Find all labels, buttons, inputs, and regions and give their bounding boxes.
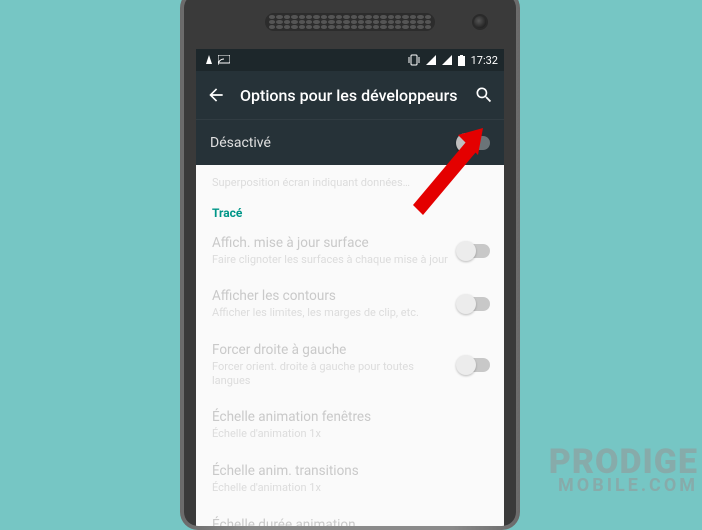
item-title: Forcer droite à gauche (212, 342, 448, 359)
signal-icon-2 (442, 55, 452, 65)
phone-body: 17:32 Options pour les développeurs Désa… (184, 0, 516, 526)
list-item[interactable]: Échelle anim. transitionsÉchelle d'anima… (196, 452, 504, 506)
item-sub: Afficher les limites, les marges de clip… (212, 306, 448, 320)
item-title: Échelle anim. transitions (212, 463, 490, 480)
item-sub: Superposition écran indiquant données… (212, 176, 490, 190)
item-title: Afficher les contours (212, 288, 448, 305)
page-title: Options pour les développeurs (240, 86, 460, 105)
list-item[interactable]: Afficher les contoursAfficher les limite… (196, 277, 504, 331)
item-toggle[interactable] (458, 358, 490, 372)
status-bar: 17:32 (196, 49, 504, 71)
item-title: Échelle durée animation (212, 517, 490, 526)
master-toggle-label: Désactivé (210, 135, 458, 151)
section-header-trace: Tracé (196, 194, 504, 224)
item-sub: Échelle d'animation 1x (212, 427, 490, 441)
list-item[interactable]: Échelle durée animationÉchelle d'animati… (196, 506, 504, 526)
status-time: 17:32 (471, 54, 498, 67)
back-icon[interactable] (206, 85, 226, 105)
list-item[interactable]: Forcer droite à gaucheForcer orient. dro… (196, 331, 504, 398)
watermark: PRODIGE MOBILE.COM (549, 447, 698, 494)
phone-top (184, 0, 516, 49)
master-toggle-row[interactable]: Désactivé (196, 119, 504, 165)
vibrate-icon (408, 54, 420, 66)
vlc-icon (204, 55, 214, 65)
front-camera (472, 14, 488, 30)
speaker-grill (265, 13, 435, 31)
master-toggle[interactable] (458, 136, 490, 150)
list-item[interactable]: Affich. mise à jour surfaceFaire clignot… (196, 224, 504, 278)
signal-icon (426, 55, 436, 65)
cast-icon (218, 55, 230, 65)
screen: 17:32 Options pour les développeurs Désa… (196, 49, 504, 526)
item-toggle[interactable] (458, 297, 490, 311)
list-item[interactable]: Échelle animation fenêtresÉchelle d'anim… (196, 398, 504, 452)
item-sub: Forcer orient. droite à gauche pour tout… (212, 360, 448, 388)
battery-icon (458, 55, 465, 66)
phone-frame: 17:32 Options pour les développeurs Désa… (180, 0, 520, 530)
item-toggle[interactable] (458, 244, 490, 258)
item-sub: Échelle d'animation 1x (212, 481, 490, 495)
item-title: Affich. mise à jour surface (212, 235, 448, 252)
list-item[interactable]: Superposition écran indiquant données… (196, 169, 504, 194)
app-bar: Options pour les développeurs (196, 71, 504, 119)
search-icon[interactable] (474, 85, 494, 105)
item-sub: Faire clignoter les surfaces à chaque mi… (212, 253, 448, 267)
item-title: Échelle animation fenêtres (212, 409, 490, 426)
settings-list[interactable]: Superposition écran indiquant données… T… (196, 165, 504, 526)
